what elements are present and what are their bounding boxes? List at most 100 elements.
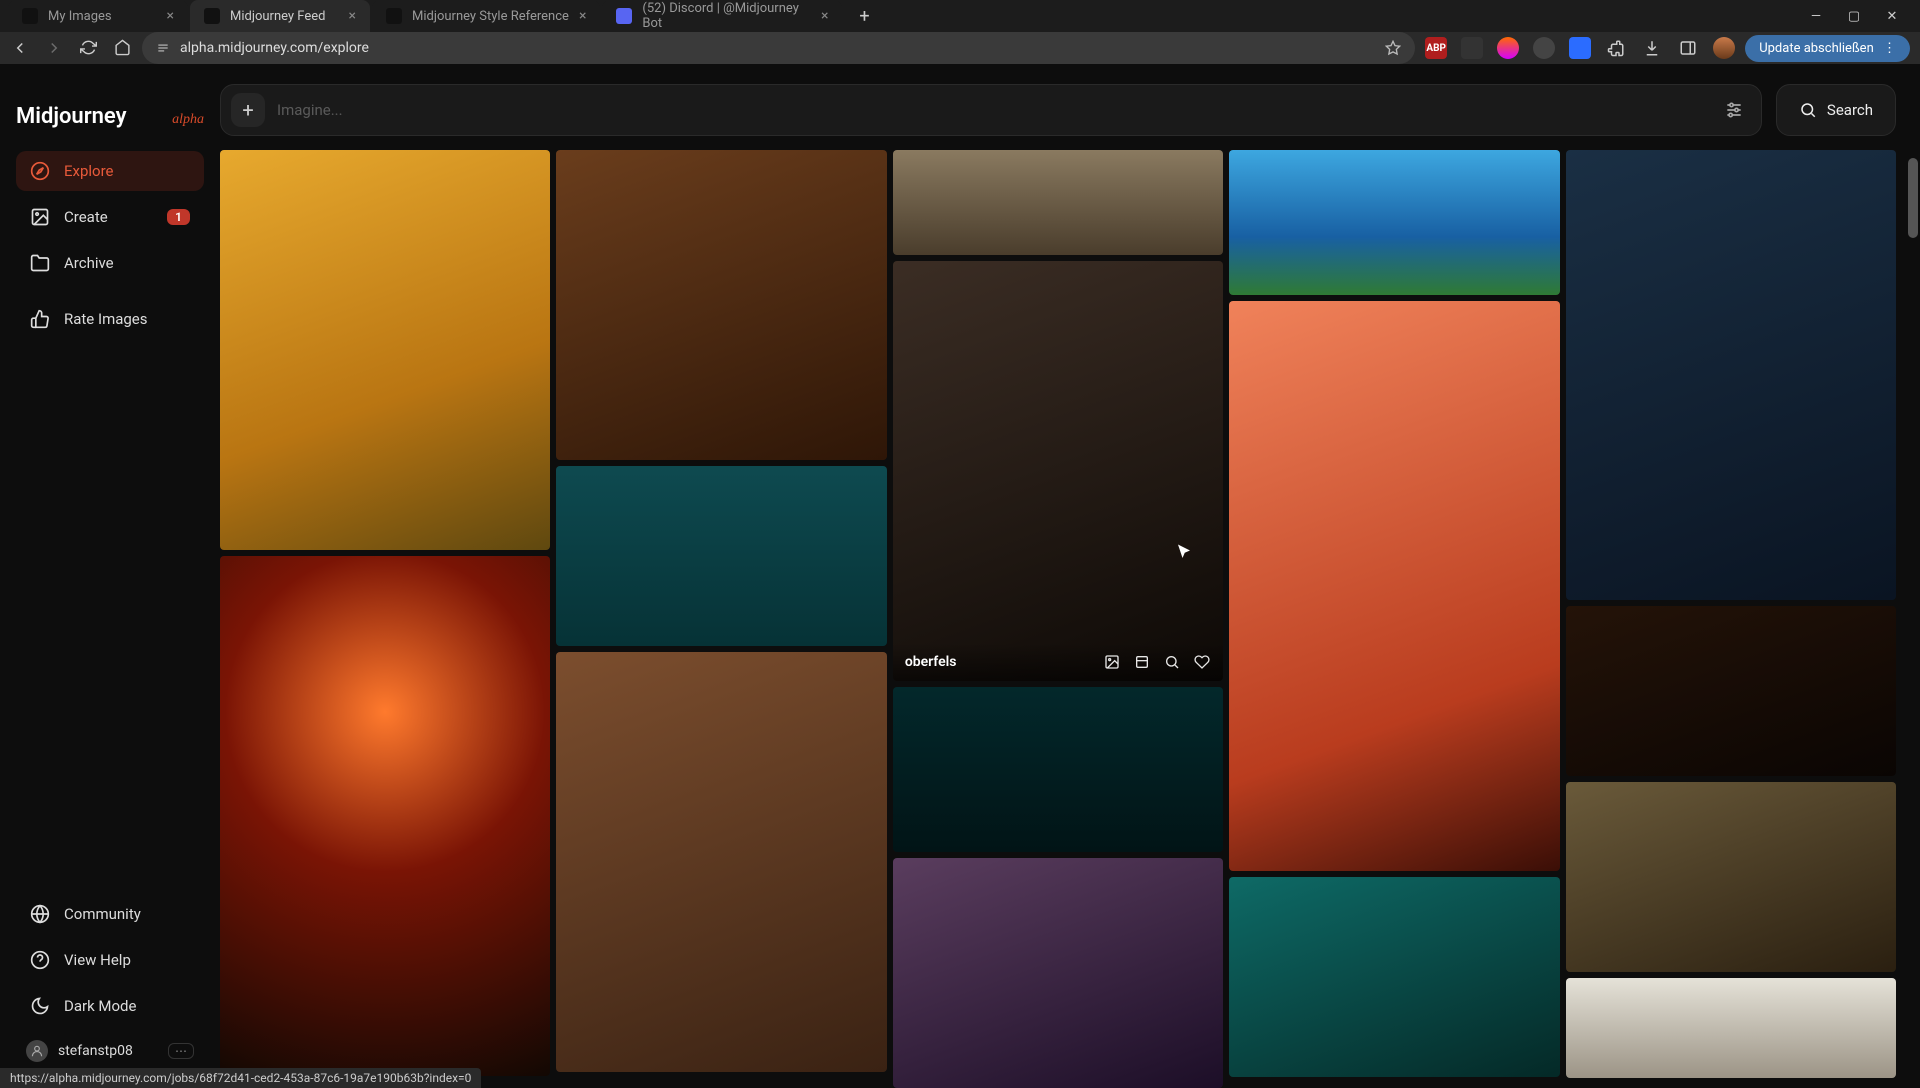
back-button[interactable] bbox=[10, 39, 30, 57]
browser-tab[interactable]: (52) Discord | @Midjourney Bot × bbox=[602, 0, 842, 32]
image-tile[interactable] bbox=[893, 687, 1223, 852]
image-tile[interactable] bbox=[556, 652, 886, 1072]
status-bar: https://alpha.midjourney.com/jobs/68f72d… bbox=[0, 1068, 481, 1088]
heart-action-icon[interactable] bbox=[1193, 653, 1211, 671]
sidebar-item-explore[interactable]: Explore bbox=[16, 151, 204, 191]
zoom-action-icon[interactable] bbox=[1163, 653, 1181, 671]
close-window-button[interactable]: ✕ bbox=[1882, 9, 1902, 24]
logo[interactable]: Midjourney alpha bbox=[16, 84, 204, 129]
image-placeholder bbox=[893, 687, 1223, 852]
image-tile[interactable] bbox=[893, 858, 1223, 1088]
logo-sub: alpha bbox=[172, 112, 204, 128]
image-placeholder bbox=[220, 150, 550, 550]
new-tab-button[interactable]: + bbox=[850, 2, 878, 30]
sidebar-item-create[interactable]: Create 1 bbox=[16, 197, 204, 237]
image-tile[interactable] bbox=[220, 556, 550, 1076]
grid-column bbox=[220, 150, 550, 1088]
sidepanel-icon[interactable] bbox=[1677, 37, 1699, 59]
extension-icon[interactable] bbox=[1569, 37, 1591, 59]
image-tile[interactable] bbox=[220, 150, 550, 550]
imagine-bar[interactable]: + Imagine... bbox=[220, 84, 1762, 136]
reload-button[interactable] bbox=[78, 39, 98, 57]
status-url: https://alpha.midjourney.com/jobs/68f72d… bbox=[10, 1071, 471, 1085]
sidebar-item-archive[interactable]: Archive bbox=[16, 243, 204, 283]
scrollbar-thumb[interactable] bbox=[1908, 158, 1918, 238]
image-tile[interactable] bbox=[893, 150, 1223, 255]
extension-icon[interactable]: ABP bbox=[1425, 37, 1447, 59]
user-more-button[interactable]: ⋯ bbox=[168, 1043, 194, 1059]
image-tile[interactable]: oberfels bbox=[893, 261, 1223, 681]
browser-tabs: My Images × Midjourney Feed × Midjourney… bbox=[8, 0, 1796, 32]
update-button[interactable]: Update abschließen ⋮ bbox=[1745, 35, 1910, 62]
browser-tab[interactable]: Midjourney Feed × bbox=[190, 0, 370, 32]
tab-title: Midjourney Style Reference bbox=[412, 9, 569, 24]
add-button[interactable]: + bbox=[231, 93, 265, 127]
tile-username[interactable]: oberfels bbox=[905, 654, 957, 670]
bookmark-icon[interactable] bbox=[1385, 40, 1401, 56]
address-bar[interactable]: alpha.midjourney.com/explore bbox=[142, 32, 1415, 64]
image-tile[interactable] bbox=[1566, 150, 1896, 600]
tab-title: (52) Discord | @Midjourney Bot bbox=[642, 1, 811, 31]
home-button[interactable] bbox=[112, 39, 132, 57]
image-placeholder bbox=[893, 150, 1223, 255]
logo-text: Midjourney bbox=[16, 84, 168, 129]
image-tile[interactable] bbox=[556, 150, 886, 460]
forward-button[interactable] bbox=[44, 39, 64, 57]
sidebar-item-darkmode[interactable]: Dark Mode bbox=[16, 986, 204, 1026]
profile-avatar[interactable] bbox=[1713, 37, 1735, 59]
image-placeholder bbox=[1566, 150, 1896, 600]
image-placeholder bbox=[556, 150, 886, 460]
sidebar-item-rate[interactable]: Rate Images bbox=[16, 299, 204, 339]
sidebar-nav: Explore Create 1 Archive Rate Images bbox=[16, 151, 204, 339]
image-tile[interactable] bbox=[1566, 978, 1896, 1078]
extensions-menu-icon[interactable] bbox=[1605, 37, 1627, 59]
site-info-icon[interactable] bbox=[156, 41, 170, 55]
image-tile[interactable] bbox=[556, 466, 886, 646]
extension-icon[interactable] bbox=[1497, 37, 1519, 59]
extension-icon[interactable] bbox=[1533, 37, 1555, 59]
image-tile[interactable] bbox=[1566, 782, 1896, 972]
tile-overlay: oberfels bbox=[893, 643, 1223, 681]
search-icon bbox=[1799, 101, 1817, 119]
grid-column: oberfels bbox=[893, 150, 1223, 1088]
image-tile[interactable] bbox=[1229, 150, 1559, 295]
tab-favicon bbox=[22, 8, 38, 24]
folder-icon bbox=[30, 253, 50, 273]
user-name: stefanstp08 bbox=[58, 1043, 133, 1059]
extension-icons: ABP bbox=[1425, 37, 1735, 59]
close-icon[interactable]: × bbox=[349, 8, 356, 24]
grid-column bbox=[1229, 150, 1559, 1088]
search-button[interactable]: Search bbox=[1776, 84, 1896, 136]
minimize-button[interactable]: ― bbox=[1806, 9, 1826, 24]
grid-column bbox=[1566, 150, 1896, 1088]
maximize-button[interactable]: ▢ bbox=[1844, 9, 1864, 24]
image-tile[interactable] bbox=[1229, 301, 1559, 871]
close-icon[interactable]: × bbox=[821, 8, 828, 24]
extension-icon[interactable] bbox=[1461, 37, 1483, 59]
user-row[interactable]: stefanstp08 ⋯ bbox=[16, 1032, 204, 1070]
image-placeholder bbox=[1229, 877, 1559, 1077]
close-icon[interactable]: × bbox=[167, 8, 174, 24]
image-tile[interactable] bbox=[1229, 877, 1559, 1077]
vertical-scrollbar[interactable] bbox=[1908, 152, 1918, 1082]
tab-favicon bbox=[616, 8, 632, 24]
close-icon[interactable]: × bbox=[579, 8, 586, 24]
downloads-icon[interactable] bbox=[1641, 37, 1663, 59]
topbar: + Imagine... Search bbox=[220, 84, 1896, 136]
image-placeholder bbox=[1566, 606, 1896, 776]
sidebar-footer: Community View Help Dark Mode stefanstp0… bbox=[16, 894, 204, 1070]
user-avatar-icon bbox=[26, 1040, 48, 1062]
sidebar-item-label: Create bbox=[64, 208, 108, 226]
settings-icon[interactable] bbox=[1717, 100, 1751, 120]
sidebar-item-help[interactable]: View Help bbox=[16, 940, 204, 980]
image-tile[interactable] bbox=[1566, 606, 1896, 776]
sidebar-item-community[interactable]: Community bbox=[16, 894, 204, 934]
browser-tab[interactable]: My Images × bbox=[8, 0, 188, 32]
image-action-icon[interactable] bbox=[1103, 653, 1121, 671]
browser-tab[interactable]: Midjourney Style Reference × bbox=[372, 0, 600, 32]
expand-action-icon[interactable] bbox=[1133, 653, 1151, 671]
image-placeholder bbox=[1566, 782, 1896, 972]
compass-icon bbox=[30, 161, 50, 181]
url-text: alpha.midjourney.com/explore bbox=[180, 40, 369, 56]
search-label: Search bbox=[1827, 101, 1873, 119]
